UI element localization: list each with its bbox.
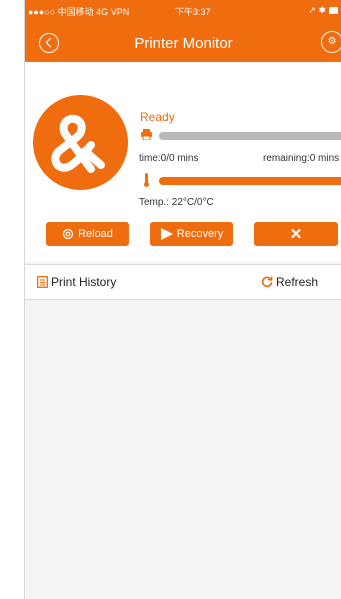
reload-label: Reload bbox=[78, 228, 113, 240]
status-indicators: ↗ ✱ bbox=[308, 5, 338, 16]
temperature-text: Temp.: 22°C/0°C bbox=[139, 197, 214, 208]
remaining-text: remaining:0 mins bbox=[263, 153, 340, 164]
document-icon bbox=[37, 276, 48, 288]
refresh-button[interactable]: Refresh bbox=[261, 275, 318, 289]
battery-icon bbox=[329, 7, 338, 14]
time-text: time:0/0 mins bbox=[139, 153, 199, 164]
ampersand-logo-icon bbox=[51, 114, 105, 173]
history-bar: Print History Refresh bbox=[25, 265, 341, 300]
header-bar: ●●●○○ 中国移动 4G VPN 下午3:37 ↗ ✱ Printer Mon… bbox=[25, 0, 341, 62]
printer-icon bbox=[141, 129, 152, 140]
thermometer-icon bbox=[144, 173, 149, 187]
print-history-link[interactable]: Print History bbox=[37, 275, 116, 289]
play-icon bbox=[160, 228, 173, 240]
settings-icon[interactable]: ⚙ bbox=[321, 31, 341, 53]
print-progress-bar bbox=[159, 132, 341, 140]
recovery-label: Recovery bbox=[176, 228, 224, 240]
status-icons: ↗ ✱ bbox=[308, 5, 326, 15]
recovery-button[interactable]: Recovery bbox=[150, 222, 233, 246]
close-icon: ✕ bbox=[289, 226, 303, 243]
printer-status-card: Ready time:0/0 mins remaining:0 mins Tem… bbox=[25, 62, 341, 262]
status-carrier: ●●●○○ 中国移动 4G VPN bbox=[28, 7, 130, 17]
status-bar: ●●●○○ 中国移动 4G VPN 下午3:37 ↗ ✱ bbox=[25, 0, 341, 20]
temperature-bar bbox=[159, 177, 341, 185]
app-screen: ●●●○○ 中国移动 4G VPN 下午3:37 ↗ ✱ Printer Mon… bbox=[24, 0, 341, 599]
refresh-label: Refresh bbox=[276, 275, 319, 289]
refresh-icon bbox=[261, 276, 273, 288]
page-title: Printer Monitor bbox=[134, 35, 233, 52]
printer-state: Ready bbox=[140, 110, 175, 124]
status-time: 下午3:37 bbox=[175, 7, 211, 17]
cancel-button[interactable]: ✕ bbox=[254, 222, 338, 246]
reload-icon bbox=[62, 228, 74, 240]
reload-button[interactable]: Reload bbox=[46, 222, 129, 246]
print-history-label: Print History bbox=[51, 275, 117, 289]
brand-logo bbox=[33, 95, 128, 190]
